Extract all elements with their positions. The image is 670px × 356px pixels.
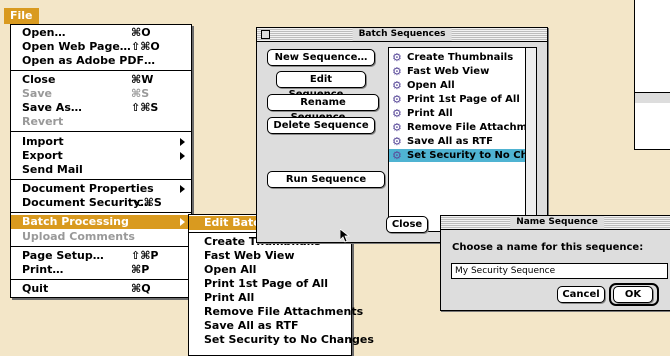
list-item[interactable]: ⚙ Save All as RTF xyxy=(389,135,536,148)
name-sequence-dialog: Name Sequence Choose a name for this seq… xyxy=(440,215,670,311)
ok-button[interactable]: OK xyxy=(613,286,653,303)
menu-item-save: Save ⌘S xyxy=(22,87,150,100)
sequence-name-input[interactable]: My Security Sequence xyxy=(451,263,668,279)
menu-item-open-as-pdf[interactable]: Open as Adobe PDF… xyxy=(11,54,191,68)
list-item[interactable]: ⚙ Create Thumbnails xyxy=(389,51,536,64)
window-titlebar[interactable]: Batch Sequences xyxy=(257,28,547,42)
list-scrollbar[interactable] xyxy=(525,48,536,231)
submenu-item-fast-web-view[interactable]: Fast Web View xyxy=(189,249,351,263)
shortcut: ⌘Q xyxy=(131,282,151,295)
close-button[interactable]: Close xyxy=(386,216,428,233)
file-menu-title[interactable]: File xyxy=(4,8,39,24)
menu-item-open-web-page[interactable]: Open Web Page… ⇧⌘O xyxy=(11,40,191,54)
delete-sequence-button[interactable]: Delete Sequence xyxy=(267,117,375,134)
gear-icon: ⚙ xyxy=(392,65,402,78)
menu-item-page-setup[interactable]: Page Setup… ⇧⌘P xyxy=(11,249,191,263)
menu-item-revert: Revert xyxy=(22,115,64,128)
shortcut: ⇧⌘O xyxy=(131,40,160,53)
dialog-titlebar[interactable]: Name Sequence xyxy=(441,216,670,230)
menu-item-upload-comments: Upload Comments xyxy=(22,230,135,243)
gear-icon: ⚙ xyxy=(392,121,402,134)
submenu-item-print-all[interactable]: Print All xyxy=(189,291,351,305)
list-item[interactable]: ⚙ Print All xyxy=(389,107,536,120)
menu-item-export[interactable]: Export xyxy=(11,149,191,163)
background-window xyxy=(634,0,670,150)
run-sequence-button[interactable]: Run Sequence xyxy=(267,171,385,188)
menu-separator xyxy=(11,246,191,247)
window-title: Batch Sequences xyxy=(352,28,452,41)
mouse-pointer-icon xyxy=(340,229,350,243)
list-item[interactable]: ⚙ Open All xyxy=(389,79,536,92)
menu-separator xyxy=(11,131,191,132)
edit-sequence-button[interactable]: Edit Sequence… xyxy=(276,71,366,100)
dialog-title: Name Sequence xyxy=(510,216,604,229)
dialog-prompt: Choose a name for this sequence: xyxy=(452,242,644,253)
submenu-arrow-icon xyxy=(180,218,185,226)
background-window-scrollbar xyxy=(635,92,670,103)
sequence-list[interactable]: ⚙ Create Thumbnails ⚙ Fast Web View ⚙ Open … xyxy=(388,47,537,232)
menu-item-batch-processing[interactable]: Batch Processing xyxy=(11,215,191,229)
shortcut: ⌘P xyxy=(131,263,150,276)
menu-separator xyxy=(11,179,191,180)
shortcut: ⇧⌘P xyxy=(131,249,159,262)
shortcut: ⌥⌘S xyxy=(131,196,162,209)
submenu-arrow-icon xyxy=(180,138,185,146)
menu-item-send-mail[interactable]: Send Mail xyxy=(11,163,191,177)
submenu-item-open-all[interactable]: Open All xyxy=(189,263,351,277)
submenu-arrow-icon xyxy=(180,152,185,160)
gear-icon: ⚙ xyxy=(392,149,402,162)
menu-separator xyxy=(11,212,191,213)
menu-separator xyxy=(11,70,191,71)
menu-item-quit[interactable]: Quit ⌘Q xyxy=(11,282,191,296)
gear-icon: ⚙ xyxy=(392,93,402,106)
gear-icon: ⚙ xyxy=(392,107,402,120)
cancel-button[interactable]: Cancel xyxy=(557,286,605,303)
gear-icon: ⚙ xyxy=(392,135,402,148)
list-item[interactable]: ⚙ Fast Web View xyxy=(389,65,536,78)
menu-item-document-properties[interactable]: Document Properties xyxy=(11,182,191,196)
submenu-item-remove-attachments[interactable]: Remove File Attachments xyxy=(189,305,363,319)
list-item-selected[interactable]: ⚙Set Security to No Changes xyxy=(389,149,536,162)
shortcut: ⌘S xyxy=(131,87,150,100)
list-item[interactable]: ⚙ Print 1st Page of All xyxy=(389,93,536,106)
menu-item-import[interactable]: Import xyxy=(11,135,191,149)
menu-item-print[interactable]: Print… ⌘P xyxy=(11,263,191,277)
gear-icon: ⚙ xyxy=(392,51,402,64)
gear-icon: ⚙ xyxy=(392,79,402,92)
batch-sequences-window: Batch Sequences New Sequence… Edit Seque… xyxy=(256,27,548,243)
menu-item-open[interactable]: Open… ⌘O xyxy=(11,26,191,40)
window-close-box[interactable] xyxy=(261,30,270,39)
submenu-item-print-1st-page[interactable]: Print 1st Page of All xyxy=(189,277,351,291)
submenu-item-save-all-rtf[interactable]: Save All as RTF xyxy=(189,319,351,333)
menu-item-close[interactable]: Close ⌘W xyxy=(11,73,191,87)
rename-sequence-button[interactable]: Rename Sequence… xyxy=(267,94,379,123)
file-menu: Open… ⌘O Open Web Page… ⇧⌘O Open as Adobe … xyxy=(10,24,192,298)
shortcut: ⇧⌘S xyxy=(131,101,159,114)
new-sequence-button[interactable]: New Sequence… xyxy=(267,49,375,66)
submenu-arrow-icon xyxy=(180,185,185,193)
list-item[interactable]: ⚙Remove File Attachments xyxy=(389,121,536,134)
menu-item-save-as[interactable]: Save As… ⇧⌘S xyxy=(11,101,191,115)
shortcut: ⌘W xyxy=(131,73,154,86)
menu-item-document-security[interactable]: Document Security… ⌥⌘S xyxy=(11,196,191,210)
menu-separator xyxy=(11,279,191,280)
shortcut: ⌘O xyxy=(131,26,151,39)
